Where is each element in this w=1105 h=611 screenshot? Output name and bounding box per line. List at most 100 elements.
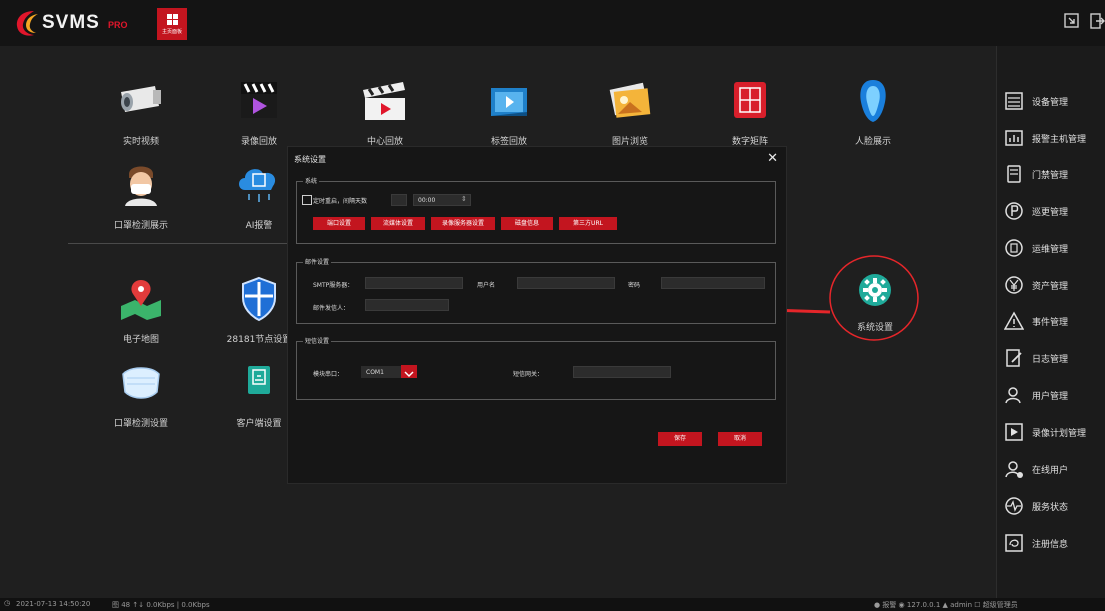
sidebar-item-device[interactable]: 设备管理: [1004, 90, 1068, 112]
access-control-icon: [1007, 165, 1021, 183]
clapperboard-icon: [363, 82, 405, 120]
restart-checkbox[interactable]: [302, 195, 312, 205]
status-network: 图 48 ↑↓ 0.0Kbps | 0.0Kbps: [112, 601, 210, 609]
sidebar-item-service-status[interactable]: 服务状态: [1004, 495, 1068, 517]
sender-label: 邮件发信人：: [313, 305, 350, 312]
ai-cloud-icon: [239, 169, 276, 202]
sidebar-item-asset[interactable]: 资产管理: [1004, 274, 1068, 296]
sidebar-item-patrol[interactable]: 巡更管理: [1004, 200, 1068, 222]
sidebar-item-label: 门禁管理: [1032, 170, 1069, 181]
sidebar-item-register[interactable]: 注册信息: [1004, 532, 1068, 554]
status-user-info: ● 报警 ◉ 127.0.0.1 ▲ admin ☐ 超级管理员: [874, 601, 1018, 609]
map-icon: [121, 280, 161, 320]
sidebar-item-users[interactable]: 用户管理: [1004, 384, 1068, 406]
online-user-icon: [1005, 461, 1023, 478]
sidebar-item-access[interactable]: 门禁管理: [1004, 163, 1068, 185]
port-settings-button[interactable]: 端口设置: [313, 217, 365, 230]
tile-label: 人脸展示: [854, 137, 891, 147]
section-divider: [68, 243, 308, 244]
status-bar: ◷ 2021-07-13 14:50:20 图 48 ↑↓ 0.0Kbps | …: [0, 598, 1105, 611]
photos-icon: [609, 82, 651, 118]
disk-info-button[interactable]: 磁盘信息: [501, 217, 553, 230]
record-server-button[interactable]: 录像服务器设置: [431, 217, 495, 230]
tile-photos[interactable]: 图片浏览: [575, 78, 685, 147]
mask-icon: [122, 367, 160, 399]
window-icon[interactable]: [1063, 12, 1081, 30]
sidebar-item-maintenance[interactable]: 运维管理: [1004, 237, 1068, 259]
close-icon[interactable]: ✕: [767, 151, 778, 166]
system-legend: 系统: [303, 176, 320, 185]
sidebar-item-label: 设备管理: [1032, 97, 1069, 108]
sidebar-item-record-plan[interactable]: 录像计划管理: [1004, 421, 1086, 443]
tile-label: 实时视频: [122, 137, 159, 147]
patrol-icon: [1005, 202, 1023, 220]
video-playback-icon: [241, 82, 277, 118]
sidebar-item-label: 资产管理: [1032, 281, 1069, 292]
tile-playback[interactable]: 录像回放: [204, 78, 314, 147]
record-plan-icon: [1005, 423, 1023, 441]
sidebar-item-label: 事件管理: [1032, 317, 1069, 328]
dialog-title: 系统设置: [294, 155, 326, 164]
time-spin-icon[interactable]: ⇕: [461, 195, 467, 203]
sidebar-item-label: 巡更管理: [1032, 207, 1069, 218]
sidebar-item-label: 日志管理: [1032, 354, 1069, 365]
tile-label: 口罩检测展示: [113, 221, 168, 231]
mask-person-icon: [125, 166, 157, 206]
sidebar-item-label: 在线用户: [1032, 465, 1069, 476]
password-label: 密码: [628, 282, 641, 289]
sms-group: 短信设置 模块串口： COM1 短信网关：: [296, 336, 776, 400]
grid-icon: [166, 13, 178, 25]
username-input[interactable]: [517, 277, 615, 289]
right-sidebar: 设备管理 报警主机管理 门禁管理 巡更管理 运维管理 资产管理 事件管理 日志管…: [996, 46, 1105, 598]
tile-tag-playback[interactable]: 标签回放: [454, 78, 564, 147]
tile-mask-display[interactable]: 口罩检测展示: [86, 162, 196, 231]
password-input[interactable]: [661, 277, 765, 289]
tile-mask-settings[interactable]: 口罩检测设置: [86, 360, 196, 429]
system-settings-dialog: 系统设置 ✕ 系统 定时重启，间隔天数 00:00 ⇕ 端口设置 流媒体设置 录…: [287, 146, 787, 484]
logo-swirl-icon: [16, 11, 38, 36]
mail-group: 邮件设置 SMTP服务器： 用户名 密码 邮件发信人：: [296, 257, 776, 324]
sidebar-item-label: 录像计划管理: [1032, 428, 1087, 439]
heartbeat-icon: [1005, 497, 1023, 515]
system-group: 系统 定时重启，间隔天数 00:00 ⇕ 端口设置 流媒体设置 录像服务器设置 …: [296, 176, 776, 244]
tile-center-playback[interactable]: 中心回放: [330, 78, 440, 147]
sidebar-item-alarm-host[interactable]: 报警主机管理: [1004, 127, 1086, 149]
camera-icon: [121, 86, 161, 112]
device-icon: [1005, 92, 1023, 110]
sender-input[interactable]: [365, 299, 449, 311]
sidebar-item-label: 注册信息: [1032, 539, 1069, 550]
register-icon: [1005, 534, 1023, 552]
logout-icon[interactable]: [1088, 12, 1105, 30]
maintenance-icon: [1005, 239, 1023, 257]
sidebar-item-log[interactable]: 日志管理: [1004, 347, 1068, 369]
cancel-button[interactable]: 取消: [718, 432, 762, 446]
users-icon: [1005, 387, 1021, 404]
home-tab-label: 主页面板: [161, 28, 182, 35]
shield-icon: [242, 276, 276, 322]
serial-port-select[interactable]: COM1: [361, 366, 401, 378]
app-edition: PRO: [108, 20, 128, 30]
home-tab[interactable]: 主页面板: [157, 8, 187, 40]
tile-emap[interactable]: 电子地图: [86, 276, 196, 345]
serial-port-label: 模块串口：: [313, 371, 344, 378]
smtp-input[interactable]: [365, 277, 463, 289]
third-party-url-button[interactable]: 第三方URL: [559, 217, 617, 230]
interval-days-input[interactable]: [391, 194, 407, 206]
face-icon: [860, 80, 886, 122]
sidebar-item-label: 运维管理: [1032, 244, 1069, 255]
status-datetime: 2021-07-13 14:50:20: [16, 600, 91, 608]
restart-label: 定时重启，间隔天数: [313, 198, 368, 205]
sidebar-item-event[interactable]: 事件管理: [1004, 310, 1068, 332]
asset-icon: [1005, 276, 1023, 294]
smtp-label: SMTP服务器：: [313, 282, 354, 289]
save-button[interactable]: 保存: [658, 432, 702, 446]
tile-face-display[interactable]: 人脸展示: [818, 78, 928, 147]
sms-gateway-label: 短信网关：: [513, 371, 544, 378]
sidebar-item-online-users[interactable]: 在线用户: [1004, 458, 1068, 480]
app-logo: SVMS PRO: [14, 8, 150, 38]
sms-gateway-input[interactable]: [573, 366, 671, 378]
chevron-down-icon[interactable]: [401, 365, 417, 378]
tile-digital-matrix[interactable]: 数字矩阵: [695, 78, 805, 147]
tile-live-video[interactable]: 实时视频: [86, 78, 196, 147]
stream-settings-button[interactable]: 流媒体设置: [371, 217, 425, 230]
